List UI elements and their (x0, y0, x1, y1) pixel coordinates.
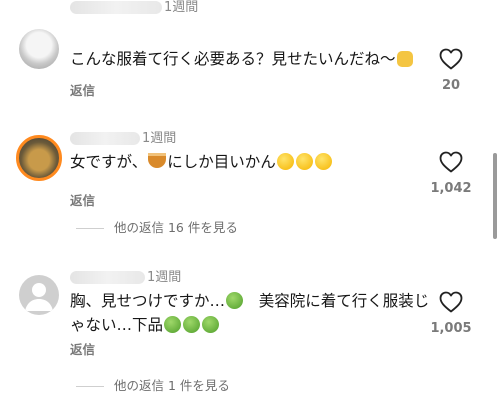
heart-icon (439, 291, 463, 313)
comment-meta: 1週間 (70, 131, 176, 147)
comment-text: 胸、見せつけですか… 美容院に着て行く服装じ ゃない…下品 (70, 290, 429, 336)
nauseated-face-icon (226, 292, 244, 309)
view-more-replies-label: 他の返信 16 件を見る (114, 220, 238, 235)
bowl-icon (148, 153, 167, 168)
nauseated-face-icon (164, 316, 182, 333)
avatar[interactable] (19, 29, 59, 69)
divider-line (76, 228, 104, 229)
rofl-icon (276, 153, 294, 170)
comment-text: こんな服着て行く必要ある？見せたいんだね〜 (70, 48, 414, 70)
reply-button[interactable]: 返信 (70, 80, 95, 99)
like-count: 1,042 (430, 181, 472, 196)
comment-meta: 1週間 (70, 0, 198, 16)
view-more-replies-label: 他の返信 1 件を見る (114, 378, 230, 393)
comment-text-body: こんな服着て行く必要ある？見せたいんだね〜 (70, 50, 396, 68)
view-more-replies[interactable]: 他の返信 1 件を見る (76, 375, 230, 394)
avatar[interactable] (16, 135, 62, 181)
clapping-hands-icon (396, 51, 413, 67)
comment-text-line2: ゃない…下品 (70, 316, 164, 334)
default-avatar-icon (25, 283, 53, 311)
heart-icon (439, 151, 463, 173)
comment-text: 女ですが、 にしか目いかん (70, 151, 333, 173)
comment-meta: 1週間 (70, 270, 181, 286)
nauseated-face-icon (183, 316, 201, 333)
like-count: 1,005 (430, 321, 472, 336)
username-redacted (70, 1, 162, 14)
comment-time: 1週間 (164, 0, 199, 15)
view-more-replies[interactable]: 他の返信 16 件を見る (76, 217, 238, 236)
username-redacted (70, 132, 140, 145)
rofl-icon (314, 153, 332, 170)
comment-time: 1週間 (142, 131, 177, 146)
comment-time: 1週間 (147, 270, 182, 285)
heart-icon (439, 48, 463, 70)
nauseated-face-icon (202, 316, 220, 333)
divider-line (76, 386, 104, 387)
comment-text-part1: 女ですが、 (70, 153, 148, 171)
reply-button[interactable]: 返信 (70, 339, 95, 358)
comment-text-line1-part1: 胸、見せつけですか… (70, 292, 226, 310)
like-count: 20 (441, 78, 461, 93)
comment-text-line1-part2: 美容院に着て行く服装じ (258, 292, 430, 310)
like-button[interactable]: 1,005 (427, 291, 475, 336)
avatar[interactable] (19, 275, 59, 315)
reply-button[interactable]: 返信 (70, 190, 95, 209)
like-button[interactable]: 1,042 (427, 151, 475, 196)
username-redacted (70, 271, 145, 284)
scrollbar[interactable] (493, 153, 497, 239)
rofl-icon (295, 153, 313, 170)
like-button[interactable]: 20 (427, 48, 475, 93)
comment-text-part2: にしか目いかん (167, 153, 276, 171)
